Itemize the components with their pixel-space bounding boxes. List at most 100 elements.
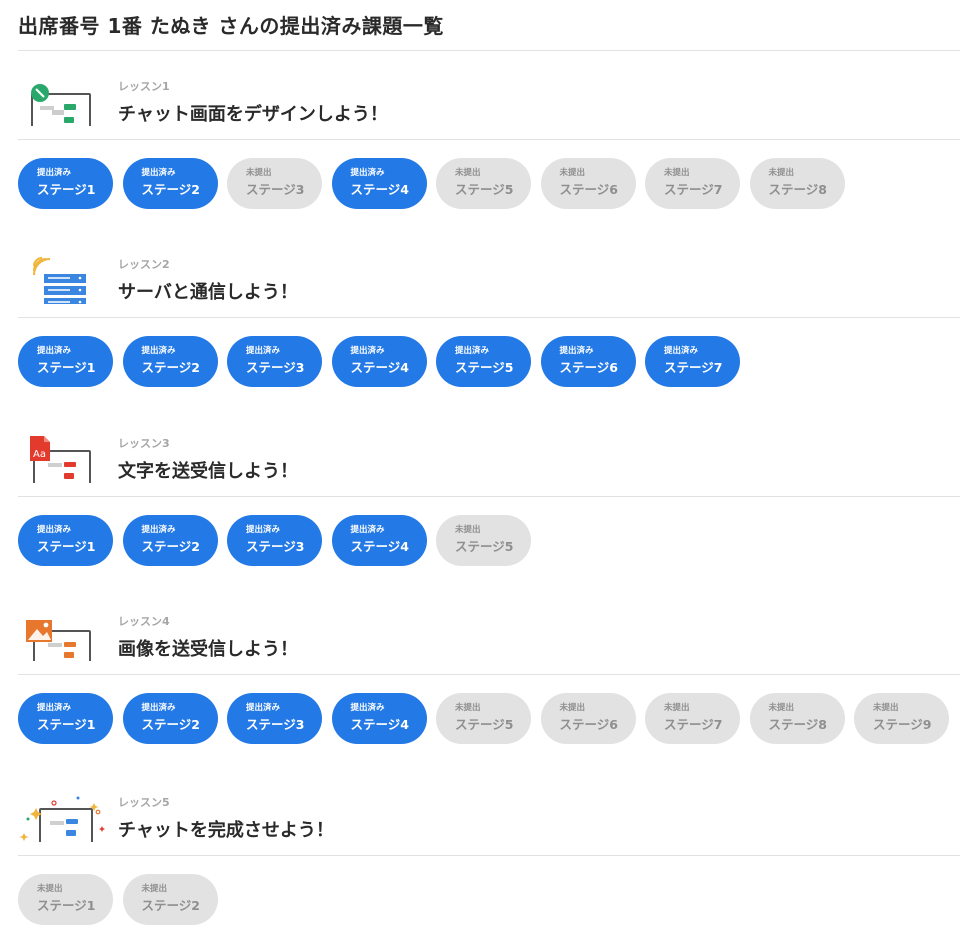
stage-button-5[interactable]: 提出済み ステージ5 [436,336,531,387]
lesson-section-4: レッスン4 画像を送受信しよう！ 提出済みステージ1 提出済みステージ2 提出済… [0,585,960,744]
stage-button-3[interactable]: 提出済み ステージ3 [227,336,322,387]
stage-name: ステージ4 [350,717,409,732]
lesson-label: レッスン2 [118,258,170,271]
stage-name: ステージ5 [455,717,514,732]
stage-status: 提出済み [559,346,594,356]
stage-status: 未提出 [141,884,168,894]
divider [18,139,960,140]
stage-list: 提出済みステージ1 提出済み ステージ2 未提出ステージ3 提出済みステージ4 未… [18,158,845,210]
lesson-header: レッスン2 サーバと通信しよう！ [0,228,960,318]
stage-name: ステージ5 [455,360,514,375]
lesson-title: 文字を送受信しよう！ [118,461,298,482]
server-signal-icon [18,238,110,314]
stage-status: 提出済み [350,168,385,178]
lesson-title: 画像を送受信しよう！ [118,639,298,660]
lesson-section-1: レッスン1 チャット画面をデザインしよう！ 提出済み ステージ1 提出済み ステージ… [0,50,960,209]
stage-status: 未提出 [768,703,795,713]
stage-button-1[interactable]: 提出済み ステージ1 [18,515,113,566]
stage-button-1[interactable]: 提出済み ステージ1 [18,336,113,387]
lesson-title: サーバと通信しよう！ [118,282,298,303]
stage-name: ステージ1 [37,360,96,375]
stage-button-5[interactable]: 未提出ステージ5 [436,158,531,209]
stage-status: 提出済み [37,168,72,178]
stage-name: ステージ4 [350,539,409,554]
stage-status: 未提出 [455,168,481,178]
stage-button-6[interactable]: 未提出 ステージ6 [540,693,636,744]
stage-button-2[interactable]: 提出済み ステージ2 [122,515,218,566]
stage-name: ステージ3 [246,182,305,197]
stage-status: 未提出 [873,703,899,713]
svg-text:Aa: Aa [33,449,46,460]
stage-name: ステージ4 [350,360,409,375]
stage-status: 未提出 [455,703,481,713]
stage-button-9[interactable]: 未提出 ステージ9 [854,693,949,744]
divider [18,317,960,318]
stage-name: ステージ5 [455,182,514,197]
stage-name: ステージ4 [350,182,409,197]
stage-name: ステージ8 [768,717,827,732]
stage-list: 未提出ステージ1 未提出ステージ2 [18,874,218,926]
stage-button-4[interactable]: 提出済み ステージ4 [331,336,427,387]
text-document-laptop-icon: Aa [18,417,110,491]
stage-button-1[interactable]: 提出済みステージ1 [18,693,113,744]
stage-button-2[interactable]: 提出済み ステージ2 [122,158,218,209]
stage-status: 提出済み [141,703,176,713]
stage-name: ステージ6 [559,182,618,197]
stage-name: ステージ3 [246,717,305,732]
stage-name: ステージ1 [37,898,96,913]
stage-name: ステージ7 [664,360,723,375]
submissions-page: 出席番号 1番 たぬき さんの提出済み課題一覧 レッスン1 チャット画面をデザイ… [0,0,960,950]
page-title: 出席番号 1番 たぬき さんの提出済み課題一覧 [18,14,444,38]
lesson-label: レッスン1 [118,80,170,93]
stage-status: 提出済み [37,525,72,535]
image-laptop-icon [18,595,110,669]
stage-button-4[interactable]: 提出済み ステージ4 [331,515,427,566]
stage-status: 未提出 [559,703,586,713]
stage-button-1[interactable]: 未提出ステージ1 [18,874,113,925]
stage-status: 未提出 [559,168,586,178]
stage-button-2[interactable]: 未提出ステージ2 [122,874,218,925]
stage-button-8[interactable]: 未提出ステージ8 [749,693,845,744]
stage-name: ステージ1 [37,717,96,732]
stage-button-7[interactable]: 未提出 ステージ7 [645,693,740,744]
stage-status: 提出済み [664,346,699,356]
stage-button-8[interactable]: 未提出 ステージ8 [749,158,845,209]
stage-status: 提出済み [37,703,72,713]
stage-status: 提出済み [141,346,176,356]
stage-button-2[interactable]: 提出済みステージ2 [122,336,218,387]
stage-button-5[interactable]: 未提出 ステージ5 [436,515,531,566]
stage-name: ステージ2 [141,717,200,732]
stage-name: ステージ6 [559,360,618,375]
lesson-label: レッスン3 [118,437,170,450]
stage-button-2[interactable]: 提出済みステージ2 [122,693,218,744]
stage-button-6[interactable]: 提出済みステージ6 [540,336,636,387]
stage-button-7[interactable]: 未提出 ステージ7 [645,158,740,209]
stage-status: 未提出 [37,884,63,894]
stage-status: 提出済み [246,703,281,713]
stage-status: 提出済み [246,525,281,535]
stage-name: ステージ2 [141,360,200,375]
stage-button-5[interactable]: 未提出ステージ5 [436,693,531,744]
stage-button-3[interactable]: 提出済みステージ3 [227,693,322,744]
lesson-section-5: レッスン5 チャットを完成させよう！ 未提出 ステージ1 未提出 ステージ2 [0,766,960,925]
lesson-label: レッスン4 [118,615,170,628]
stage-list: 提出済み ステージ1 提出済み ステージ2 提出済み ステージ3 提出済み ステージ4 … [18,515,531,567]
stage-name: ステージ7 [664,717,723,732]
stage-button-3[interactable]: 未提出ステージ3 [227,158,322,209]
lesson-header: Aa レッスン3 文字を送受信しよう！ [0,407,960,497]
stage-name: ステージ3 [246,539,305,554]
stage-button-4[interactable]: 提出済み ステージ4 [331,693,427,744]
divider [18,855,960,856]
stage-button-3[interactable]: 提出済みステージ3 [227,515,322,566]
stage-button-6[interactable]: 未提出ステージ6 [540,158,636,209]
stage-name: ステージ2 [141,898,200,913]
stage-button-4[interactable]: 提出済みステージ4 [331,158,427,209]
stage-button-7[interactable]: 提出済みステージ7 [645,336,740,387]
stage-status: 未提出 [246,168,272,178]
stage-status: 提出済み [246,346,281,356]
lesson-header: レッスン4 画像を送受信しよう！ [0,585,960,675]
divider [18,674,960,675]
stage-name: ステージ5 [455,539,514,554]
stage-name: ステージ1 [37,182,96,197]
stage-button-1[interactable]: 提出済みステージ1 [18,158,113,209]
